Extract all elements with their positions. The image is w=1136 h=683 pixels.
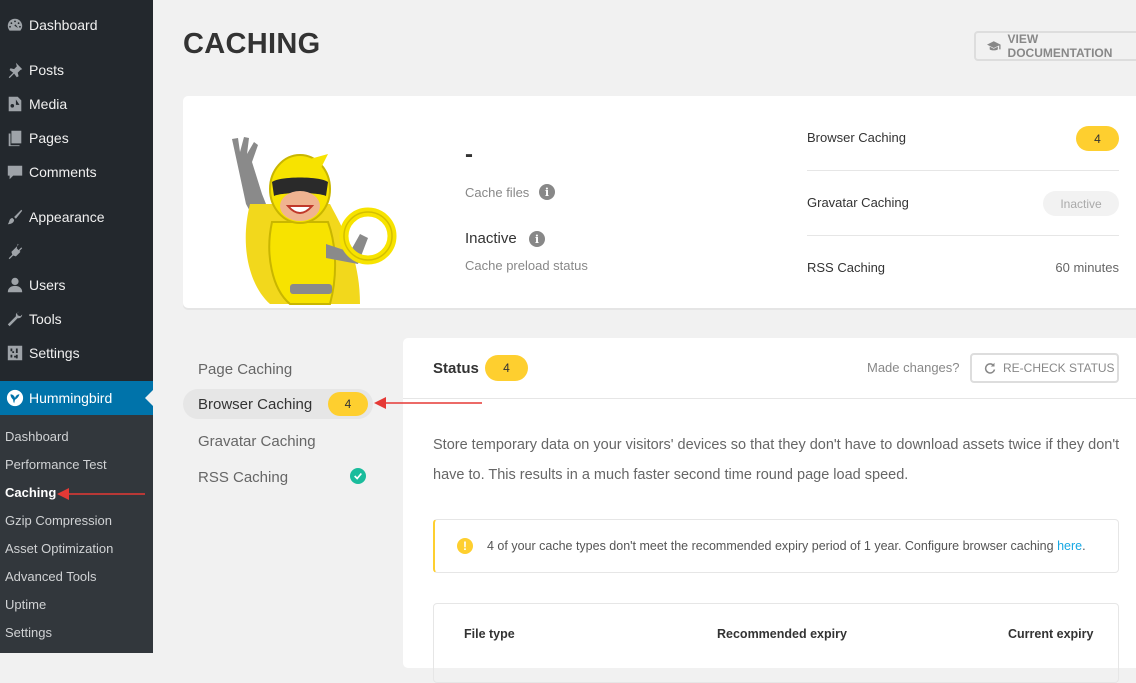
media-icon: [0, 95, 29, 113]
summary-row-name: Browser Caching: [807, 130, 906, 145]
comment-icon: [0, 163, 29, 181]
submenu-item-asset-optimization[interactable]: Asset Optimization: [5, 541, 113, 556]
plugin-icon: [0, 242, 29, 260]
notice-period: .: [1082, 539, 1086, 553]
hummingbird-superhero-illustration: [232, 137, 397, 305]
check-circle-icon: [350, 468, 366, 484]
browser-caching-panel: Status 4 Made changes? RE-CHECK STATUS S…: [403, 338, 1136, 683]
recheck-status-button[interactable]: RE-CHECK STATUS: [970, 353, 1119, 383]
rss-caching-value: 60 minutes: [1055, 260, 1119, 275]
nav-item-gravatar-caching[interactable]: Gravatar Caching: [183, 426, 373, 456]
sidebar-item-label: Hummingbird: [29, 390, 113, 406]
summary-row-gravatar-caching: Gravatar Caching Inactive: [807, 171, 1119, 236]
cache-preload-label: Cache preload status: [465, 258, 588, 273]
notice-message: 4 of your cache types don't meet the rec…: [487, 539, 1058, 553]
graduation-cap-icon: [987, 41, 1001, 51]
configure-here-link[interactable]: here: [1057, 539, 1082, 553]
sidebar-item-hummingbird[interactable]: Hummingbird: [0, 381, 153, 415]
sidebar-item-users[interactable]: Users: [0, 268, 153, 302]
sidebar-item-settings[interactable]: Settings: [0, 336, 153, 370]
admin-sidebar: Dashboard Posts Media Pages Comments App…: [0, 0, 153, 653]
nav-item-page-caching[interactable]: Page Caching: [183, 354, 373, 384]
refresh-icon: [984, 362, 996, 374]
warning-icon: !: [457, 538, 473, 554]
sidebar-item-pages[interactable]: Pages: [0, 121, 153, 155]
users-icon: [0, 276, 29, 294]
submenu-item-settings[interactable]: Settings: [5, 625, 52, 640]
dashboard-icon: [0, 16, 29, 34]
current-menu-arrow: [145, 390, 153, 406]
expiry-table: File type Recommended expiry Current exp…: [433, 603, 1119, 683]
page-title: CACHING: [183, 28, 321, 60]
caching-summary-box: - Cache files i Inactive i Cache preload…: [183, 96, 1136, 308]
sidebar-item-label: Comments: [29, 164, 97, 180]
wrench-icon: [0, 310, 29, 328]
table-header-current-expiry: Current expiry: [1008, 627, 1094, 641]
sidebar-item-comments[interactable]: Comments: [0, 155, 153, 189]
hummingbird-icon: [0, 389, 29, 407]
submenu-item-dashboard[interactable]: Dashboard: [5, 429, 69, 444]
view-documentation-button[interactable]: VIEW DOCUMENTATION: [974, 31, 1136, 61]
view-documentation-label: VIEW DOCUMENTATION: [1007, 32, 1113, 60]
sidebar-item-posts[interactable]: Posts: [0, 53, 153, 87]
table-header-recommended-expiry: Recommended expiry: [717, 627, 847, 641]
panel-header: Status 4 Made changes? RE-CHECK STATUS: [403, 338, 1136, 399]
browser-caching-nav-badge: 4: [328, 392, 368, 416]
summary-row-name: Gravatar Caching: [807, 195, 909, 210]
submenu-item-gzip-compression[interactable]: Gzip Compression: [5, 513, 112, 528]
cache-files-value: -: [465, 141, 473, 168]
info-icon[interactable]: i: [529, 231, 545, 247]
pages-icon: [0, 129, 29, 147]
gravatar-status-badge: Inactive: [1043, 191, 1119, 216]
sidebar-item-label: Pages: [29, 130, 69, 146]
summary-row-rss-caching: RSS Caching 60 minutes: [807, 236, 1119, 301]
summary-row-name: RSS Caching: [807, 260, 886, 275]
nav-item-label: Browser Caching: [198, 395, 313, 413]
notice-text: 4 of your cache types don't meet the rec…: [487, 539, 1086, 553]
sidebar-item-appearance[interactable]: Appearance: [0, 200, 153, 234]
nav-item-rss-caching[interactable]: RSS Caching: [183, 462, 373, 492]
sidebar-item-tools[interactable]: Tools: [0, 302, 153, 336]
summary-row-browser-caching: Browser Caching 4: [807, 106, 1119, 171]
submenu-item-caching[interactable]: Caching: [5, 485, 56, 500]
table-header-file-type: File type: [464, 627, 515, 641]
status-issues-badge: 4: [485, 355, 528, 381]
sidebar-item-dashboard[interactable]: Dashboard: [0, 8, 153, 42]
sidebar-item-label: Posts: [29, 62, 65, 78]
annotation-arrow-caching: [57, 488, 145, 500]
sidebar-item-label: Media: [29, 96, 68, 112]
cache-preload-value: Inactive: [465, 230, 517, 247]
sidebar-item-label: Tools: [29, 311, 62, 327]
cache-files-label: Cache files: [465, 185, 530, 200]
made-changes-text: Made changes?: [867, 360, 960, 375]
annotation-arrow-browser-caching: [374, 397, 482, 409]
info-icon[interactable]: i: [539, 184, 555, 200]
sidebar-item-label: Settings: [29, 345, 80, 361]
sidebar-item-label: Appearance: [29, 209, 105, 225]
nav-item-browser-caching[interactable]: Browser Caching 4: [183, 389, 373, 419]
browser-caching-description: Store temporary data on your visitors' d…: [433, 437, 1120, 483]
status-title: Status: [433, 360, 479, 377]
submenu-item-performance-test[interactable]: Performance Test: [5, 457, 107, 472]
sidebar-item-label: Dashboard: [29, 17, 98, 33]
submenu-item-advanced-tools[interactable]: Advanced Tools: [5, 569, 97, 584]
sidebar-item-label: Users: [29, 277, 66, 293]
hummingbird-submenu: Dashboard Performance Test Caching Gzip …: [0, 415, 153, 653]
sidebar-item-plugins[interactable]: [0, 234, 153, 268]
paintbrush-icon: [0, 208, 29, 226]
nav-item-label: Gravatar Caching: [198, 432, 316, 450]
nav-item-label: Page Caching: [198, 360, 293, 378]
sidebar-item-media[interactable]: Media: [0, 87, 153, 121]
pushpin-icon: [0, 61, 29, 79]
nav-item-label: RSS Caching: [198, 468, 289, 486]
settings-icon: [0, 344, 29, 362]
recheck-status-label: RE-CHECK STATUS: [1003, 361, 1115, 375]
submenu-item-uptime[interactable]: Uptime: [5, 597, 46, 612]
expiry-warning-notice: ! 4 of your cache types don't meet the r…: [433, 519, 1119, 573]
browser-caching-issues-badge: 4: [1076, 126, 1119, 151]
